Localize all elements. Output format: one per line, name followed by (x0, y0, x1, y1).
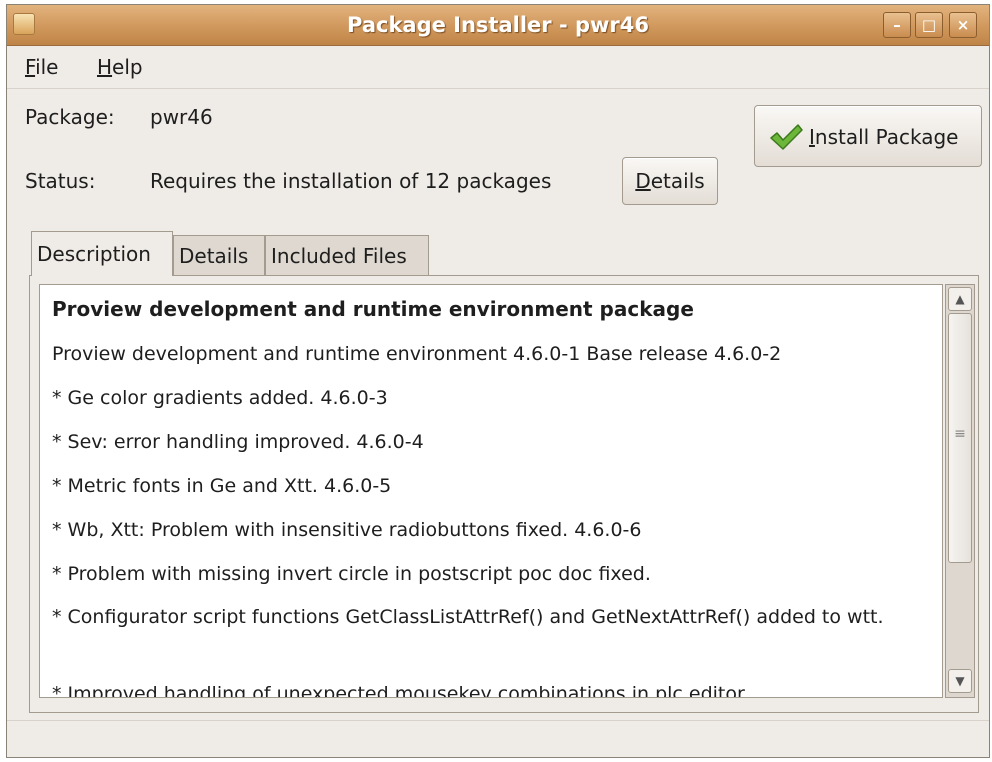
description-scrollbar[interactable]: ▲ ≡ ▼ (945, 284, 975, 698)
description-line: * Metric fonts in Ge and Xtt. 4.6.0-5 (52, 475, 392, 497)
close-button[interactable]: × (949, 12, 977, 38)
minimize-icon: – (893, 16, 901, 34)
tab-details[interactable]: Details (173, 235, 265, 276)
description-text-view[interactable]: Proview development and runtime environm… (39, 284, 943, 698)
scroll-up-button[interactable]: ▲ (948, 287, 972, 311)
description-line: * Ge color gradients added. 4.6.0-3 (52, 387, 388, 409)
close-icon: × (956, 16, 970, 34)
install-package-button[interactable]: Install Package (754, 105, 982, 167)
tab-description[interactable]: Description (31, 231, 173, 276)
package-installer-window: Package Installer - pwr46 – □ × File Hel… (6, 4, 990, 758)
grip-icon: ≡ (954, 426, 966, 442)
scrollbar-thumb[interactable]: ≡ (948, 313, 972, 563)
menu-bar: File Help (7, 46, 989, 89)
menu-help[interactable]: Help (97, 46, 143, 88)
package-value: pwr46 (150, 105, 213, 129)
checkmark-icon (770, 124, 803, 150)
description-heading: Proview development and runtime environm… (52, 297, 694, 321)
description-line: * Problem with missing invert circle in … (52, 563, 651, 585)
description-line: * Sev: error handling improved. 4.6.0-4 (52, 431, 424, 453)
status-label: Status: (25, 169, 96, 193)
scroll-down-button[interactable]: ▼ (948, 669, 972, 693)
chevron-up-icon: ▲ (955, 292, 965, 306)
maximize-icon: □ (921, 16, 937, 34)
minimize-button[interactable]: – (883, 12, 911, 38)
menu-file[interactable]: File (25, 46, 58, 88)
tab-included-files[interactable]: Included Files (265, 235, 429, 276)
chevron-down-icon: ▼ (955, 674, 965, 688)
package-label: Package: (25, 105, 115, 129)
maximize-button[interactable]: □ (915, 12, 943, 38)
status-bar (7, 720, 989, 757)
description-line: * Configurator script functions GetClass… (52, 606, 884, 628)
description-line: * Wb, Xtt: Problem with insensitive radi… (52, 519, 642, 541)
description-line: Proview development and runtime environm… (52, 343, 782, 365)
window-title: Package Installer - pwr46 (347, 13, 649, 37)
details-button[interactable]: Details (622, 157, 718, 205)
title-bar[interactable]: Package Installer - pwr46 – □ × (7, 5, 989, 46)
description-line: * Improved handling of unexpected mousek… (52, 683, 750, 698)
status-value: Requires the installation of 12 packages (150, 169, 552, 193)
